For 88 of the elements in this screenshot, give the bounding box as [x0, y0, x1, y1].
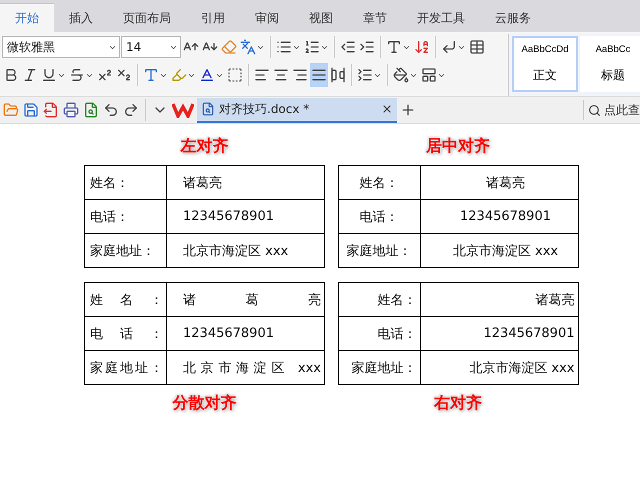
caption: 左对齐	[179, 135, 230, 157]
search-icon	[588, 104, 601, 116]
line-break-icon	[441, 39, 457, 55]
paint-bucket-icon	[393, 67, 409, 83]
style-tile[interactable]: AaBbCcDd 正文	[512, 36, 578, 92]
close-icon	[381, 103, 393, 115]
strikethrough-icon	[69, 67, 85, 83]
line-spacing-icon	[357, 67, 373, 83]
caption: 右对齐	[432, 392, 483, 414]
table-cell: 12345678901	[166, 200, 324, 234]
font-size-field[interactable]: 14	[121, 36, 181, 58]
border-icon	[421, 67, 437, 83]
caption: 居中对齐	[425, 135, 491, 157]
table-cell: 北京市海淀区 xxx	[166, 234, 324, 268]
table-cell: 12345678901	[166, 316, 324, 350]
style-name: 正文	[533, 67, 557, 84]
numbered-list-icon	[304, 39, 320, 55]
ribbon-tab[interactable]: 审阅	[240, 3, 294, 32]
sort-icon	[414, 39, 430, 55]
phonetic-icon	[240, 39, 256, 55]
superscript-icon	[97, 67, 113, 83]
logo-icon	[172, 102, 194, 118]
underline-icon	[41, 67, 57, 83]
plus-icon	[400, 102, 416, 118]
style-tile[interactable]: AaBbCc 标题	[580, 36, 640, 92]
ribbon-tab[interactable]: 引用	[186, 3, 240, 32]
align-left-icon	[254, 67, 270, 83]
text-size-icon	[386, 39, 402, 55]
distribute-icon	[330, 67, 346, 83]
document-icon	[201, 102, 215, 116]
ribbon-tab[interactable]: 插入	[54, 3, 108, 32]
document-title: 对齐技巧.docx *	[219, 100, 310, 118]
table-cell: 电话：	[84, 200, 166, 234]
table-cell: 电话：	[338, 200, 420, 234]
undo-icon	[103, 102, 119, 118]
bullet-list-icon	[276, 39, 292, 55]
table-cell: 12345678901	[420, 316, 578, 350]
text-effect-icon	[143, 67, 159, 83]
preview-icon	[83, 102, 99, 118]
table-cell: 电话：	[338, 316, 420, 350]
table-cell: 姓名：	[84, 282, 166, 316]
align-justify-button[interactable]	[310, 63, 328, 87]
search-field[interactable]: 点此查	[583, 100, 640, 120]
font-color-icon	[199, 67, 215, 83]
align-justify-icon	[311, 67, 327, 83]
ribbon-tab[interactable]: 视图	[294, 3, 348, 32]
font-name-field[interactable]: 微软雅黑	[2, 36, 120, 58]
printer-icon	[63, 102, 79, 118]
table-cell: 诸葛亮	[420, 282, 578, 316]
document-tab[interactable]: 对齐技巧.docx *	[197, 98, 397, 122]
style-name: 标题	[601, 67, 625, 84]
caption: 分散对齐	[171, 392, 238, 414]
table-icon	[469, 39, 485, 55]
highlighter-icon	[171, 67, 187, 83]
table-cell: 姓名：	[84, 166, 166, 200]
align-right-icon	[292, 67, 308, 83]
redo-icon	[123, 102, 139, 118]
ribbon-tab[interactable]: 章节	[348, 3, 402, 32]
style-sample: AaBbCcDd	[522, 44, 568, 55]
folder-icon	[3, 102, 19, 118]
table-cell: 北京市海淀区 xxx	[420, 234, 578, 268]
table-cell: 姓名：	[338, 282, 420, 316]
shading-icon	[227, 67, 243, 83]
ribbon-tab[interactable]: 开始	[0, 3, 54, 32]
table-cell: 家庭地址：	[84, 350, 166, 384]
table-cell: 诸葛亮	[166, 282, 324, 316]
table-cell: 北京市海淀区 xxx	[420, 350, 578, 384]
table-cell: 12345678901	[420, 200, 578, 234]
save-icon	[23, 102, 39, 118]
table-cell: 家庭地址：	[84, 234, 166, 268]
export-icon	[43, 102, 59, 118]
table-cell: 家庭地址：	[338, 234, 420, 268]
align-center-icon	[273, 67, 289, 83]
italic-icon	[22, 67, 38, 83]
outdent-icon	[340, 39, 356, 55]
style-sample: AaBbCc	[596, 44, 630, 55]
table-cell: 诸葛亮	[166, 166, 324, 200]
subscript-icon	[116, 67, 132, 83]
ribbon-tab[interactable]: 页面布局	[108, 3, 186, 32]
table-cell: 家庭地址：	[338, 350, 420, 384]
table-cell: 姓名：	[338, 166, 420, 200]
table-cell: 诸葛亮	[420, 166, 578, 200]
table-cell: 北京市海淀区 xxx	[166, 350, 324, 384]
ribbon-tab[interactable]: 开发工具	[402, 3, 480, 32]
ribbon-tab[interactable]: 云服务	[480, 3, 546, 32]
table-cell: 电话：	[84, 316, 166, 350]
eraser-icon	[221, 39, 237, 55]
indent-icon	[359, 39, 375, 55]
